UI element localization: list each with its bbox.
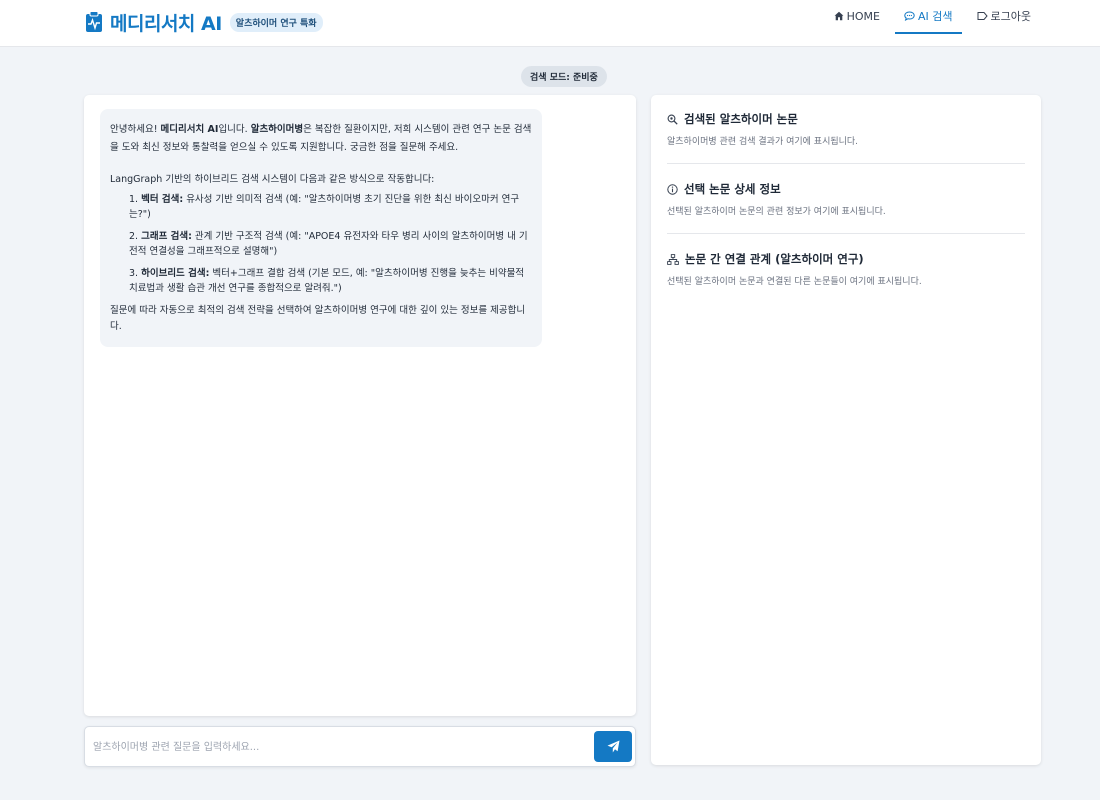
chat-panel: 안녕하세요! 메디리서치 AI입니다. 알츠하이머병은 복잡한 질환이지만, 저… xyxy=(84,95,636,716)
intro-prefix: 안녕하세요! xyxy=(110,124,161,135)
intro-paragraph: 안녕하세요! 메디리서치 AI입니다. 알츠하이머병은 복잡한 질환이지만, 저… xyxy=(110,121,532,157)
method-name: 그래프 검색: xyxy=(141,231,192,242)
method-number: 3. xyxy=(129,268,142,279)
section-title-text: 검색된 알츠하이머 논문 xyxy=(684,112,798,126)
search-results-section: 검색된 알츠하이머 논문 알츠하이머병 관련 검색 결과가 여기에 표시됩니다. xyxy=(667,111,1025,147)
chat-input-bar xyxy=(84,726,636,767)
nav-home-label: HOME xyxy=(846,9,880,23)
paper-network-section: 논문 간 연결 관계 (알츠하이머 연구) 선택된 알츠하이머 논문과 연결된 … xyxy=(667,251,1025,287)
brand[interactable]: 메디리서치 AI 알츠하이머 연구 특화 xyxy=(85,9,323,35)
top-header: 메디리서치 AI 알츠하이머 연구 특화 HOME AI 검색 로그아웃 xyxy=(0,0,1100,47)
send-icon xyxy=(607,740,619,753)
brand-title: 메디리서치 AI xyxy=(110,12,222,35)
section-title-text: 논문 간 연결 관계 (알츠하이머 연구) xyxy=(685,252,864,266)
method-name: 하이브리드 검색: xyxy=(141,268,210,279)
nav-logout[interactable]: 로그아웃 xyxy=(968,0,1040,34)
clipboard-pulse-icon xyxy=(85,11,103,33)
divider xyxy=(667,163,1025,164)
list-item: 3. 하이브리드 검색: 벡터+그래프 결합 검색 (기본 모드, 예: "알츠… xyxy=(129,266,532,296)
search-icon xyxy=(667,114,678,125)
section-title: 검색된 알츠하이머 논문 xyxy=(667,111,1025,127)
nav-logout-label: 로그아웃 xyxy=(990,10,1031,23)
assistant-message: 안녕하세요! 메디리서치 AI입니다. 알츠하이머병은 복잡한 질환이지만, 저… xyxy=(100,109,542,347)
intro-brand: 메디리서치 AI xyxy=(160,124,219,135)
results-panel: 검색된 알츠하이머 논문 알츠하이머병 관련 검색 결과가 여기에 표시됩니다.… xyxy=(651,95,1041,765)
list-item: 2. 그래프 검색: 관계 기반 구조적 검색 (예: "APOE4 유전자와 … xyxy=(129,229,532,259)
network-icon xyxy=(667,253,679,265)
logout-icon xyxy=(977,12,988,20)
send-button[interactable] xyxy=(594,731,632,762)
chat-input[interactable] xyxy=(93,735,588,759)
intro-topic: 알츠하이머병 xyxy=(250,124,304,135)
home-icon xyxy=(834,11,844,21)
info-icon xyxy=(667,183,678,195)
method-name: 벡터 검색: xyxy=(141,194,184,205)
system-description: LangGraph 기반의 하이브리드 검색 시스템이 다음과 같은 방식으로 … xyxy=(110,174,435,185)
intro-mid: 입니다. xyxy=(218,124,251,135)
nav-ai-search-label: AI 검색 xyxy=(918,10,953,23)
method-number: 1. xyxy=(129,194,142,205)
section-title-text: 선택 논문 상세 정보 xyxy=(684,182,781,196)
chat-icon xyxy=(904,11,915,21)
nav-ai-search[interactable]: AI 검색 xyxy=(895,0,962,34)
section-title: 논문 간 연결 관계 (알츠하이머 연구) xyxy=(667,251,1025,267)
method-number: 2. xyxy=(129,231,142,242)
paper-detail-section: 선택 논문 상세 정보 선택된 알츠하이머 논문의 관련 정보가 여기에 표시됩… xyxy=(667,181,1025,217)
nav-home[interactable]: HOME xyxy=(825,0,889,34)
main-nav: HOME AI 검색 로그아웃 xyxy=(819,0,1040,47)
section-desc: 선택된 알츠하이머 논문과 연결된 다른 논문들이 여기에 표시됩니다. xyxy=(667,277,922,287)
divider xyxy=(667,233,1025,234)
search-mode-badge: 검색 모드: 준비중 xyxy=(521,66,607,87)
closing-paragraph: 질문에 따라 자동으로 최적의 검색 전략을 선택하여 알츠하이머병 연구에 대… xyxy=(110,305,526,332)
list-item: 1. 벡터 검색: 유사성 기반 의미적 검색 (예: "알츠하이머병 초기 진… xyxy=(129,192,532,222)
method-desc: 유사성 기반 의미적 검색 (예: "알츠하이머병 초기 진단을 위한 최신 바… xyxy=(129,194,520,220)
section-desc: 선택된 알츠하이머 논문의 관련 정보가 여기에 표시됩니다. xyxy=(667,207,886,217)
section-title: 선택 논문 상세 정보 xyxy=(667,181,1025,197)
search-methods-list: 1. 벡터 검색: 유사성 기반 의미적 검색 (예: "알츠하이머병 초기 진… xyxy=(110,192,532,296)
brand-badge: 알츠하이머 연구 특화 xyxy=(229,12,323,32)
section-desc: 알츠하이머병 관련 검색 결과가 여기에 표시됩니다. xyxy=(667,137,859,147)
